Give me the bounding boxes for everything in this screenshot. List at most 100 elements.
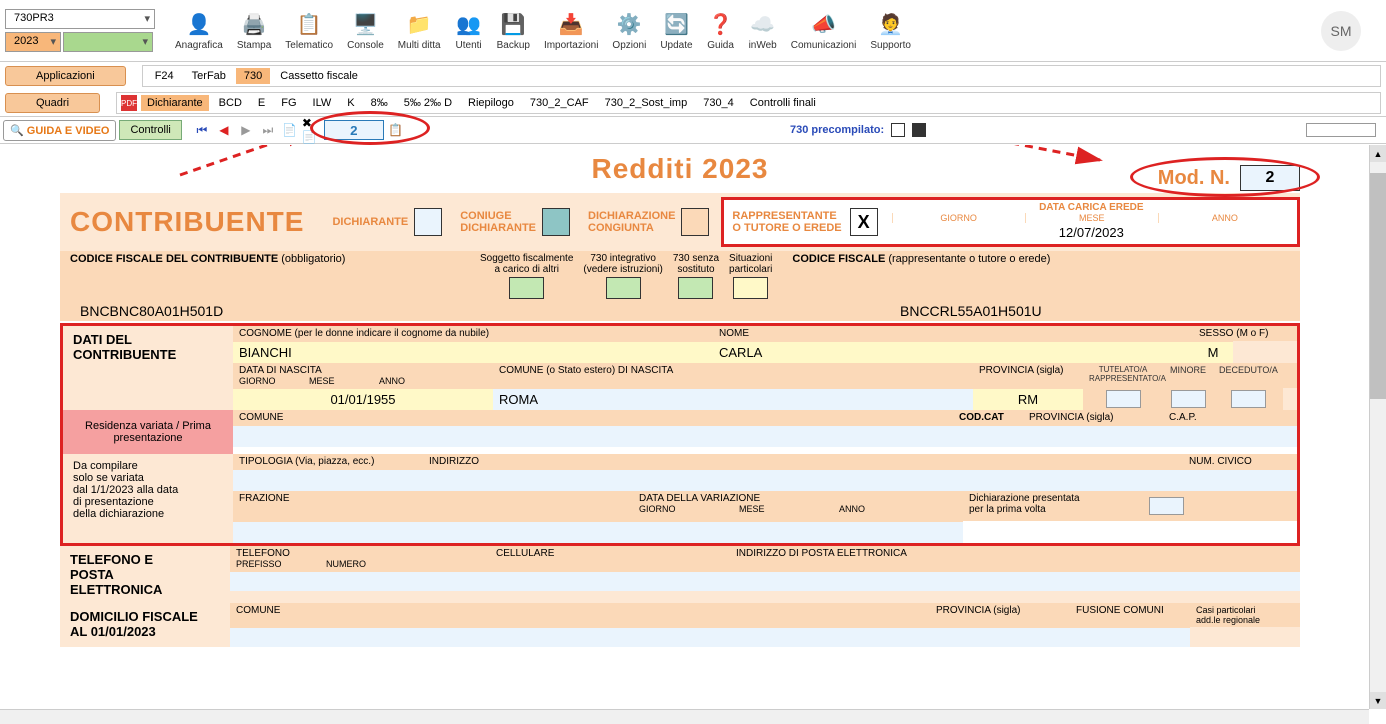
form-scroll-area[interactable]: Redditi 2023 Mod. N. 2 CONTRIBUENTE DICH… — [0, 145, 1366, 724]
scroll-down-arrow[interactable]: ▼ — [1370, 692, 1386, 709]
tab-cassetto[interactable]: Cassetto fiscale — [272, 68, 366, 84]
horizontal-scrollbar[interactable] — [0, 709, 1369, 724]
ribbon-telematico[interactable]: 📋Telematico — [285, 10, 333, 51]
minore-box[interactable] — [1171, 390, 1206, 408]
nav-first[interactable]: ⏮ — [192, 120, 212, 140]
tipologia-value[interactable] — [233, 469, 423, 491]
pdf-icon[interactable]: PDF — [121, 95, 137, 111]
rappresentante-checkbox[interactable]: X — [850, 208, 878, 236]
subtab-7304[interactable]: 730_4 — [697, 95, 740, 111]
mod-n-value[interactable]: 2 — [1240, 165, 1300, 191]
guida-video-button[interactable]: 🔍 GUIDA E VIDEO — [3, 120, 116, 141]
dom-prov-value[interactable] — [930, 627, 1070, 647]
ribbon-console[interactable]: 🖥️Console — [347, 10, 384, 51]
nav-new-page[interactable]: 📄 — [280, 120, 300, 140]
scroll-thumb[interactable] — [1370, 173, 1386, 399]
congiunta-checkbox[interactable] — [681, 208, 709, 236]
nav-delete[interactable]: ✖📄 — [302, 120, 322, 140]
subtab-bcd[interactable]: BCD — [213, 95, 248, 111]
codcat-value[interactable] — [953, 425, 1023, 447]
prima-volta-box[interactable] — [1149, 497, 1184, 515]
subtab-e[interactable]: E — [252, 95, 271, 111]
comune-nascita-value[interactable]: ROMA — [493, 388, 973, 410]
subtab-sostimp[interactable]: 730_2_Sost_imp — [599, 95, 694, 111]
dv-giorno-value[interactable] — [633, 521, 733, 543]
nav-next[interactable]: ▶ — [236, 120, 256, 140]
nav-prev[interactable]: ◀ — [214, 120, 234, 140]
ribbon-utenti[interactable]: 👥Utenti — [455, 10, 483, 51]
soggetto-box[interactable] — [509, 277, 544, 299]
integrativo-box[interactable] — [606, 277, 641, 299]
deceduto-box[interactable] — [1231, 390, 1266, 408]
res-prov-value[interactable] — [1023, 425, 1163, 447]
ribbon-importazioni[interactable]: 📥Importazioni — [544, 10, 598, 51]
dv-anno-value[interactable] — [833, 521, 963, 543]
tutelato-box[interactable] — [1106, 390, 1141, 408]
subtab-8pm[interactable]: 8‰ — [365, 95, 394, 111]
frazione-value[interactable] — [233, 521, 633, 543]
nav-last[interactable]: ⏭ — [258, 120, 278, 140]
fusione-value[interactable] — [1070, 627, 1190, 647]
indirizzo-value[interactable] — [423, 469, 1183, 491]
tab-terfab[interactable]: TerFab — [184, 68, 234, 84]
tab-730[interactable]: 730 — [236, 68, 270, 84]
prov-nascita-value[interactable]: RM — [973, 388, 1083, 410]
coniuge-checkbox[interactable] — [542, 208, 570, 236]
subtab-controlli[interactable]: Controlli finali — [744, 95, 822, 111]
dom-comune-value[interactable] — [230, 627, 930, 647]
ribbon-anagrafica[interactable]: 👤Anagrafica — [175, 10, 223, 51]
cap-value[interactable] — [1163, 425, 1297, 447]
cf-rap-value[interactable]: BNCCRL55A01H501U — [900, 303, 1042, 319]
applicazioni-button[interactable]: Applicazioni — [5, 66, 126, 86]
cognome-value[interactable]: BIANCHI — [233, 341, 713, 363]
subtab-riepilogo[interactable]: Riepilogo — [462, 95, 520, 111]
email-value[interactable] — [730, 571, 1300, 591]
ribbon-stampa[interactable]: 🖨️Stampa — [237, 10, 271, 51]
page-number-input[interactable] — [324, 120, 384, 140]
ribbon-inweb[interactable]: ☁️inWeb — [749, 10, 777, 51]
client-combo[interactable] — [63, 32, 153, 52]
subtab-fg[interactable]: FG — [275, 95, 302, 111]
data-nascita-value[interactable]: 01/01/1955 — [233, 388, 493, 410]
res-comune-value[interactable] — [233, 425, 953, 447]
user-avatar[interactable]: SM — [1321, 11, 1361, 51]
subtab-5pm[interactable]: 5‰ 2‰ D — [398, 95, 458, 111]
precompilato-icon-1[interactable] — [891, 123, 905, 137]
cellulare-value[interactable] — [490, 571, 730, 591]
subtab-ilw[interactable]: ILW — [307, 95, 338, 111]
coniuge-label: CONIUGE DICHIARANTE — [460, 210, 536, 234]
controlli-button[interactable]: Controlli — [119, 120, 181, 140]
ribbon-backup[interactable]: 💾Backup — [497, 10, 530, 51]
numero-value[interactable] — [320, 571, 490, 591]
cf-contrib-value[interactable]: BNCBNC80A01H501D — [70, 303, 900, 319]
dichiarante-checkbox[interactable] — [414, 208, 442, 236]
precompilato-icon-2[interactable] — [912, 123, 926, 137]
zoom-slider[interactable] — [1306, 123, 1376, 137]
sesso-value[interactable]: M — [1193, 341, 1233, 363]
year-combo[interactable]: 2023 — [5, 32, 61, 52]
nav-copy[interactable]: 📋 — [386, 120, 406, 140]
nome-value[interactable]: CARLA — [713, 341, 1193, 363]
soggetto-col: Soggetto fiscalmente a carico di altri — [480, 253, 573, 299]
numcivico-value[interactable] — [1183, 469, 1297, 491]
ribbon-opzioni[interactable]: ⚙️Opzioni — [612, 10, 646, 51]
prefisso-value[interactable] — [230, 571, 320, 591]
ribbon-guida[interactable]: ❓Guida — [707, 10, 735, 51]
subtab-caf[interactable]: 730_2_CAF — [524, 95, 595, 111]
ribbon-supporto[interactable]: 🧑‍💼Supporto — [870, 10, 911, 51]
dv-mese-value[interactable] — [733, 521, 833, 543]
anagrafica-icon: 👤 — [185, 10, 213, 38]
tab-f24[interactable]: F24 — [147, 68, 182, 84]
scroll-up-arrow[interactable]: ▲ — [1370, 145, 1386, 162]
ribbon-multiditta[interactable]: 📁Multi ditta — [398, 10, 441, 51]
vertical-scrollbar[interactable]: ▲ ▼ — [1369, 145, 1386, 709]
form-type-combo[interactable]: 730PR3 — [5, 9, 155, 29]
data-carica-value[interactable]: 12/07/2023 — [892, 223, 1291, 242]
subtab-dichiarante[interactable]: Dichiarante — [141, 95, 209, 111]
subtab-k[interactable]: K — [341, 95, 360, 111]
situazioni-box[interactable] — [733, 277, 768, 299]
ribbon-update[interactable]: 🔄Update — [660, 10, 692, 51]
quadri-button[interactable]: Quadri — [5, 93, 100, 113]
senzasost-box[interactable] — [678, 277, 713, 299]
ribbon-comunicazioni[interactable]: 📣Comunicazioni — [791, 10, 857, 51]
